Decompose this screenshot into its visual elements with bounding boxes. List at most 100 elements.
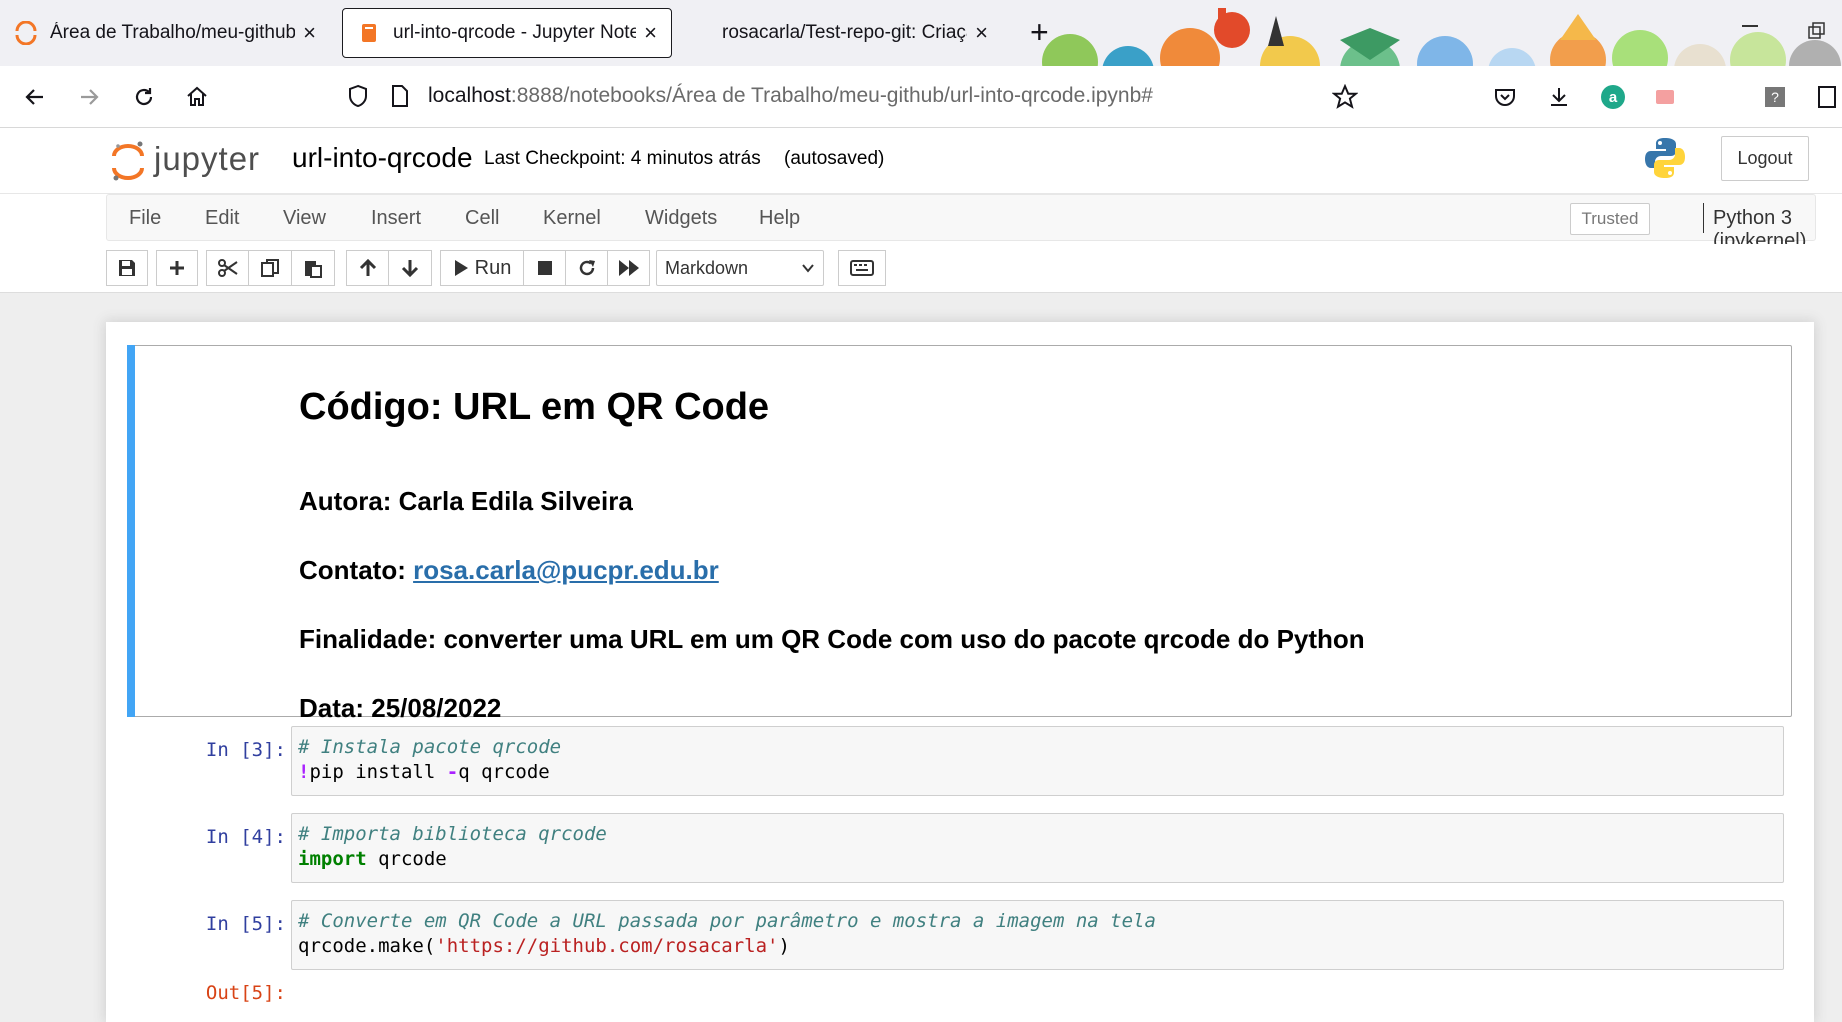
fast-forward-icon <box>618 260 639 276</box>
python-logo-icon <box>1643 136 1687 185</box>
keyboard-icon <box>850 260 874 276</box>
notebook-toolbar: Run Markdown <box>0 244 1842 293</box>
svg-text:?: ? <box>1771 89 1779 105</box>
code-operator: - <box>446 761 459 783</box>
code-text: ) <box>778 935 790 957</box>
code-comment: # Instala pacote qrcode <box>298 736 562 758</box>
kernel-separator <box>1703 203 1704 233</box>
menu-file[interactable]: File <box>129 207 161 230</box>
cell-type-select[interactable]: Markdown <box>656 250 824 286</box>
url-path: :8888/notebooks/Área de Trabalho/meu-git… <box>510 84 1153 107</box>
notebook-name[interactable]: url-into-qrcode <box>292 142 473 174</box>
cell-type-value: Markdown <box>665 257 749 278</box>
home-icon[interactable] <box>180 80 214 114</box>
bookmark-star-icon[interactable] <box>1328 80 1362 114</box>
browser-tab-title: url-into-qrcode - Jupyter Noteb <box>393 22 637 43</box>
notebook-container: Código: URL em QR Code Autora: Carla Edi… <box>106 322 1814 1022</box>
minimize-icon[interactable] <box>1740 14 1760 40</box>
code-cell[interactable]: In [5]: # Converte em QR Code a URL pass… <box>126 900 1794 1020</box>
code-string: 'https://github.com/rosacarla' <box>435 935 779 957</box>
interrupt-button[interactable] <box>523 250 566 286</box>
logout-button[interactable]: Logout <box>1721 136 1809 181</box>
browser-tab-active[interactable]: url-into-qrcode - Jupyter Noteb × <box>342 8 672 58</box>
back-icon[interactable] <box>18 80 52 114</box>
menu-edit[interactable]: Edit <box>205 207 239 230</box>
run-button[interactable]: Run <box>440 250 524 286</box>
move-down-button[interactable] <box>388 250 432 286</box>
shield-icon[interactable] <box>347 84 369 113</box>
autosave-status: (autosaved) <box>784 148 885 169</box>
plus-icon <box>170 261 184 275</box>
menu-view[interactable]: View <box>283 207 326 230</box>
browser-nav-bar: localhost:8888/notebooks/Área de Trabalh… <box>0 66 1842 128</box>
scissors-icon <box>217 259 238 277</box>
code-bang: ! <box>298 761 310 783</box>
contact-label: Contato: <box>299 555 414 585</box>
stop-icon <box>537 261 552 275</box>
copy-button[interactable] <box>248 250 292 286</box>
markdown-purpose: Finalidade: converter uma URL em um QR C… <box>299 624 1365 654</box>
insert-cell-button[interactable] <box>156 250 198 286</box>
save-icon <box>119 260 135 276</box>
paste-button[interactable] <box>291 250 335 286</box>
cut-button[interactable] <box>206 250 249 286</box>
selected-cell-indicator <box>127 345 135 717</box>
move-up-button[interactable] <box>346 250 389 286</box>
menu-insert[interactable]: Insert <box>371 207 421 230</box>
forward-icon[interactable] <box>72 80 106 114</box>
svg-text:a: a <box>1609 89 1618 106</box>
reload-icon[interactable] <box>127 80 161 114</box>
close-icon[interactable]: × <box>975 20 988 46</box>
menu-kernel[interactable]: Kernel <box>543 207 601 230</box>
address-bar[interactable]: localhost:8888/notebooks/Área de Trabalh… <box>332 74 1367 118</box>
command-palette-button[interactable] <box>838 250 886 286</box>
markdown-contact: Contato: rosa.carla@pucpr.edu.br <box>299 555 719 586</box>
close-icon[interactable]: × <box>303 20 316 46</box>
chevron-down-icon <box>802 264 814 273</box>
copy-icon <box>261 259 279 277</box>
code-text: q qrcode <box>458 761 550 783</box>
jupyter-logo[interactable]: jupyter <box>110 136 270 186</box>
contact-email-link[interactable]: rosa.carla@pucpr.edu.br <box>413 555 719 585</box>
markdown-cell-selected[interactable]: Código: URL em QR Code Autora: Carla Edi… <box>127 345 1792 723</box>
trusted-indicator[interactable]: Trusted <box>1570 203 1650 235</box>
code-input[interactable]: # Instala pacote qrcode !pip install -q … <box>291 726 1784 796</box>
paste-icon <box>305 261 322 278</box>
reader-icon[interactable] <box>1810 80 1842 114</box>
code-text: qrcode.make( <box>298 935 436 957</box>
code-cell[interactable]: In [3]: # Instala pacote qrcode !pip ins… <box>126 726 1794 798</box>
url-host: localhost <box>428 84 511 107</box>
restore-icon[interactable] <box>1808 22 1826 46</box>
menu-widgets[interactable]: Widgets <box>645 207 717 230</box>
markdown-title: Código: URL em QR Code <box>299 386 770 428</box>
url-text: localhost:8888/notebooks/Área de Trabalh… <box>428 84 1153 108</box>
code-comment: # Converte em QR Code a URL passada por … <box>298 910 1156 932</box>
page-info-icon[interactable] <box>390 84 410 113</box>
browser-tab-strip: Área de Trabalho/meu-github/ × url-into-… <box>0 0 1842 66</box>
browser-tab[interactable]: Área de Trabalho/meu-github/ × <box>0 8 330 58</box>
code-input[interactable]: # Importa biblioteca qrcode import qrcod… <box>291 813 1784 883</box>
markdown-date: Data: 25/08/2022 <box>299 693 502 723</box>
close-icon[interactable]: × <box>644 20 657 46</box>
code-input[interactable]: # Converte em QR Code a URL passada por … <box>291 900 1784 970</box>
jupyter-logo-text: jupyter <box>154 140 261 177</box>
code-comment: # Importa biblioteca qrcode <box>298 823 607 845</box>
arrow-down-icon <box>401 260 419 278</box>
extension-help-icon[interactable]: ? <box>1758 80 1792 114</box>
code-keyword: import <box>298 848 367 870</box>
input-prompt: In [5]: <box>205 913 286 935</box>
code-cell[interactable]: In [4]: # Importa biblioteca qrcode impo… <box>126 813 1794 885</box>
play-icon <box>454 260 468 276</box>
download-icon[interactable] <box>1542 80 1576 114</box>
jupyter-favicon-icon <box>14 21 38 45</box>
extension-a-icon[interactable]: a <box>1596 80 1630 114</box>
extension-icon[interactable] <box>1648 80 1682 114</box>
new-tab-button[interactable]: + <box>1030 14 1049 51</box>
menu-cell[interactable]: Cell <box>465 207 499 230</box>
menu-help[interactable]: Help <box>759 207 800 230</box>
save-button[interactable] <box>106 250 148 286</box>
browser-tab[interactable]: rosacarla/Test-repo-git: Criação × <box>692 8 1002 58</box>
restart-kernel-button[interactable] <box>565 250 608 286</box>
pocket-icon[interactable] <box>1488 80 1522 114</box>
restart-run-all-button[interactable] <box>607 250 650 286</box>
